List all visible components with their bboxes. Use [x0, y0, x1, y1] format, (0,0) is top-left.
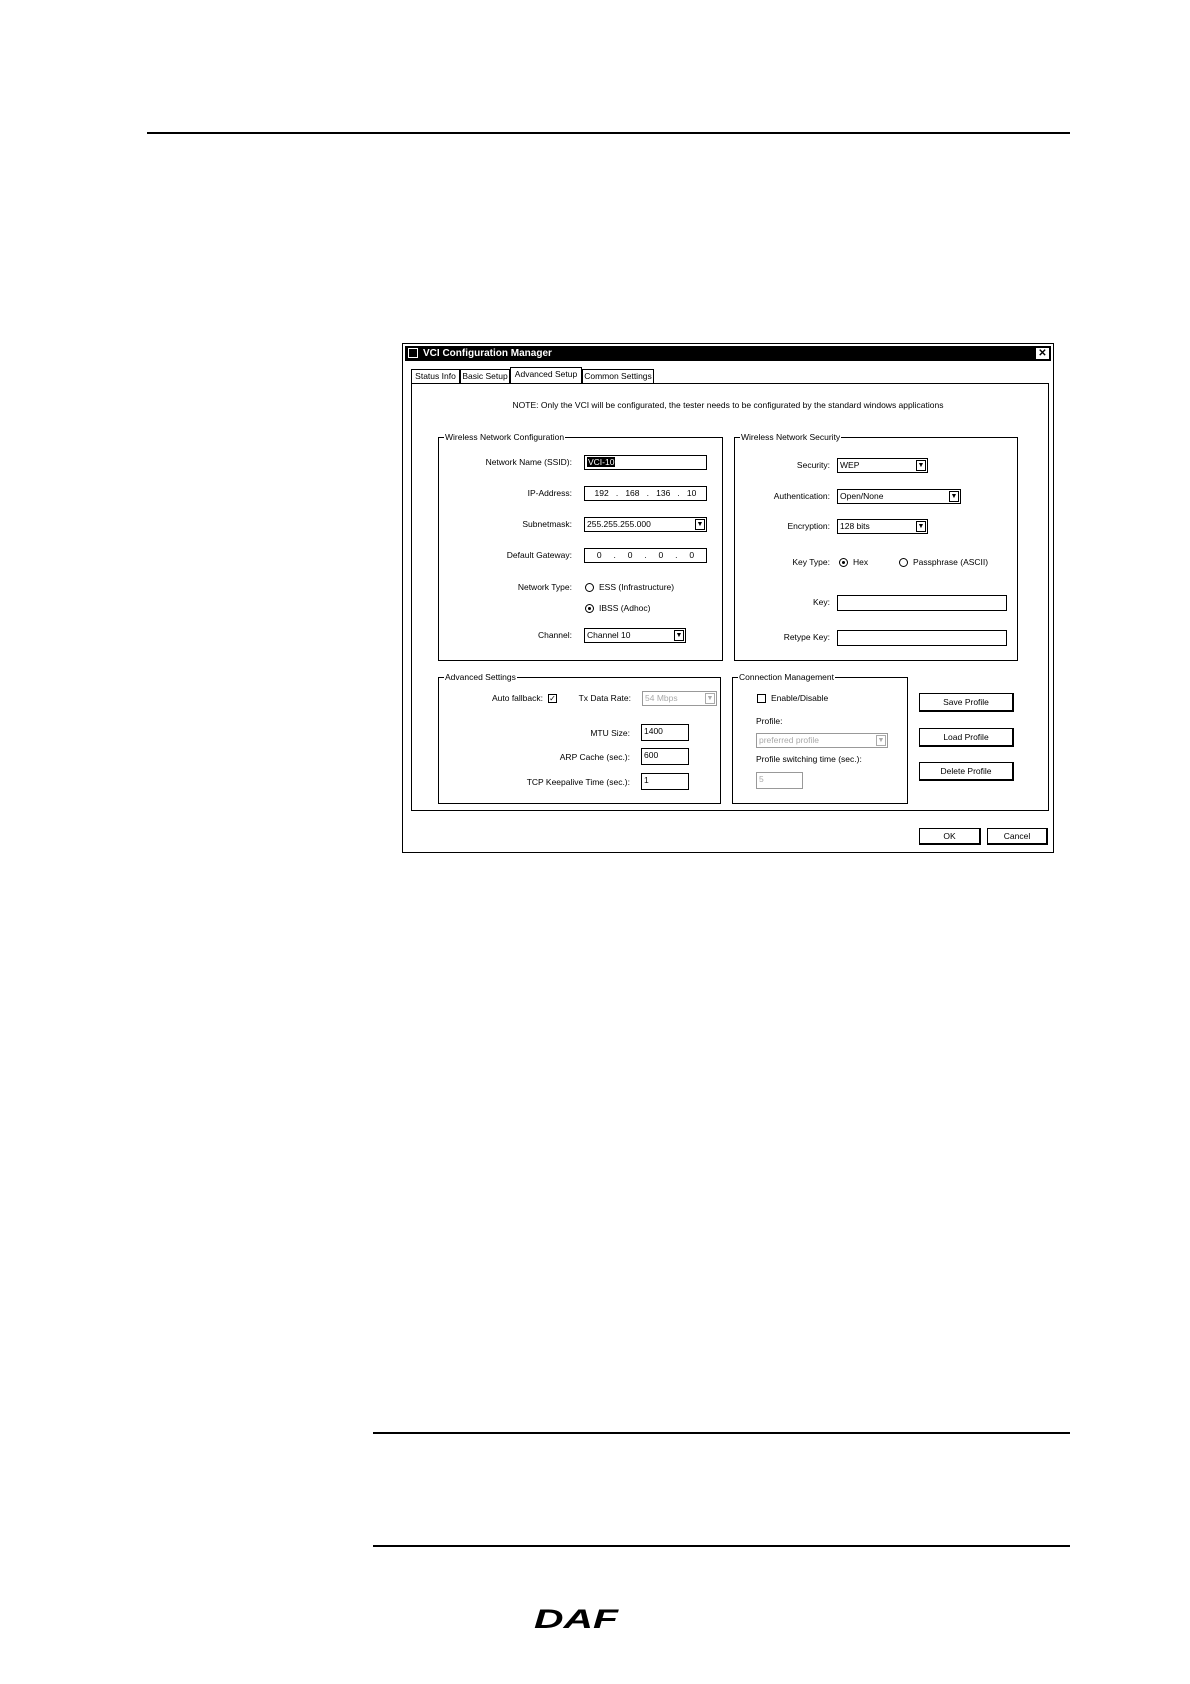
gateway-octet: 0: [689, 550, 695, 560]
encryption-value: 128 bits: [840, 521, 870, 531]
arp-cache-input[interactable]: 600: [641, 748, 689, 765]
footer-rule-bottom: [373, 1545, 1070, 1547]
ok-button[interactable]: OK: [919, 828, 981, 845]
channel-label: Channel:: [537, 630, 572, 640]
advanced-settings-title: Advanced Settings: [444, 671, 517, 683]
chevron-down-icon[interactable]: ▼: [674, 630, 684, 641]
gateway-octet: 0: [596, 550, 602, 560]
ibss-radio[interactable]: [585, 604, 594, 613]
enable-disable-label: Enable/Disable: [771, 693, 829, 703]
tcp-keepalive-input[interactable]: 1: [641, 773, 689, 790]
ip-octet: 10: [686, 488, 697, 498]
delete-profile-button[interactable]: Delete Profile: [919, 762, 1014, 781]
switch-time-label: Profile switching time (sec.):: [756, 754, 862, 764]
auto-fallback-checkbox[interactable]: ✓: [548, 694, 557, 703]
window-title: VCI Configuration Manager: [423, 348, 552, 359]
profile-value: preferred profile: [759, 735, 820, 745]
ess-radio-label: ESS (Infrastructure): [599, 582, 675, 592]
tcp-keepalive-label: TCP Keepalive Time (sec.):: [526, 777, 630, 787]
auto-fallback-label: Auto fallback:: [491, 693, 543, 703]
chevron-down-icon[interactable]: ▼: [949, 491, 959, 502]
chevron-down-icon[interactable]: ▼: [876, 735, 886, 746]
close-icon[interactable]: ✕: [1036, 348, 1049, 359]
subnet-value: 255.255.255.000: [587, 519, 651, 529]
gateway-octet: 0: [627, 550, 633, 560]
tab-common-settings[interactable]: Common Settings: [582, 369, 654, 383]
ip-octet: 168: [625, 488, 640, 498]
title-bar[interactable]: VCI Configuration Manager ✕: [405, 346, 1051, 361]
daf-logo-text: DAF: [534, 1605, 619, 1631]
header-rule: [147, 132, 1070, 134]
enable-disable-checkbox[interactable]: [757, 694, 766, 703]
note-text: NOTE: Only the VCI will be configurated,…: [512, 400, 944, 410]
cancel-button[interactable]: Cancel: [987, 828, 1048, 845]
auth-label: Authentication:: [773, 491, 830, 501]
arp-label: ARP Cache (sec.):: [559, 752, 630, 762]
security-select[interactable]: WEP ▼: [837, 458, 928, 473]
passphrase-radio-label: Passphrase (ASCII): [913, 557, 989, 567]
mtu-label: MTU Size:: [590, 728, 630, 738]
wireless-config-title: Wireless Network Configuration: [444, 431, 566, 443]
tab-status-info[interactable]: Status Info: [411, 369, 460, 383]
ip-address-input[interactable]: 192. 168. 136. 10: [584, 486, 707, 501]
ip-octet: 192: [594, 488, 609, 498]
key-label: Key:: [812, 597, 830, 607]
security-value: WEP: [840, 460, 860, 470]
chevron-down-icon[interactable]: ▼: [695, 519, 705, 530]
daf-logo: DAF: [534, 1605, 619, 1631]
key-input[interactable]: [837, 595, 1007, 611]
advanced-settings-group: Advanced Settings Auto fallback: ✓ Tx Da…: [438, 671, 721, 804]
ssid-value: VCI-10: [587, 457, 616, 467]
gateway-input[interactable]: 0. 0. 0. 0: [584, 548, 707, 563]
tab-advanced-setup[interactable]: Advanced Setup: [510, 367, 582, 384]
app-icon: [408, 348, 418, 358]
wireless-security-title: Wireless Network Security: [740, 431, 842, 443]
chevron-down-icon[interactable]: ▼: [916, 521, 926, 532]
auth-value: Open/None: [840, 491, 884, 501]
config-window: VCI Configuration Manager ✕ Status Info …: [402, 343, 1054, 853]
wireless-config-group: Wireless Network Configuration Network N…: [438, 431, 723, 661]
encryption-label: Encryption:: [787, 521, 830, 531]
subnet-select[interactable]: 255.255.255.000 ▼: [584, 517, 707, 532]
hex-radio-label: Hex: [853, 557, 869, 567]
network-type-label: Network Type:: [517, 582, 572, 592]
profile-select[interactable]: preferred profile ▼: [756, 733, 888, 748]
encryption-select[interactable]: 128 bits ▼: [837, 519, 928, 534]
gateway-label: Default Gateway:: [506, 550, 572, 560]
ip-label: IP-Address:: [527, 488, 572, 498]
tx-rate-value: 54 Mbps: [645, 693, 678, 703]
connection-mgmt-title: Connection Management: [738, 671, 835, 683]
chevron-down-icon[interactable]: ▼: [916, 460, 926, 471]
channel-select[interactable]: Channel 10 ▼: [584, 628, 686, 643]
gateway-octet: 0: [658, 550, 664, 560]
switch-time-input[interactable]: 5: [756, 772, 803, 789]
auth-select[interactable]: Open/None ▼: [837, 489, 961, 504]
passphrase-radio[interactable]: [899, 558, 908, 567]
ip-octet: 136: [656, 488, 671, 498]
subnet-label: Subnetmask:: [522, 519, 572, 529]
ess-radio[interactable]: [585, 583, 594, 592]
key-type-label: Key Type:: [792, 557, 830, 567]
mtu-input[interactable]: 1400: [641, 724, 689, 741]
tx-rate-label: Tx Data Rate:: [578, 693, 631, 703]
wireless-security-group: Wireless Network Security Security: WEP …: [734, 431, 1018, 661]
save-profile-button[interactable]: Save Profile: [919, 693, 1014, 712]
footer-rule-top: [373, 1432, 1070, 1434]
connection-mgmt-group: Connection Management Enable/Disable Pro…: [732, 671, 908, 804]
retype-key-label: Retype Key:: [783, 632, 830, 642]
load-profile-button[interactable]: Load Profile: [919, 728, 1014, 747]
ssid-input[interactable]: VCI-10: [584, 455, 707, 470]
tab-basic-setup[interactable]: Basic Setup: [460, 369, 510, 383]
hex-radio[interactable]: [839, 558, 848, 567]
chevron-down-icon[interactable]: ▼: [705, 693, 715, 704]
security-label: Security:: [796, 460, 830, 470]
profile-label: Profile:: [756, 716, 783, 726]
ssid-label: Network Name (SSID):: [485, 457, 572, 467]
tx-rate-select[interactable]: 54 Mbps ▼: [642, 691, 717, 706]
channel-value: Channel 10: [587, 630, 631, 640]
retype-key-input[interactable]: [837, 630, 1007, 646]
ibss-radio-label: IBSS (Adhoc): [599, 603, 651, 613]
